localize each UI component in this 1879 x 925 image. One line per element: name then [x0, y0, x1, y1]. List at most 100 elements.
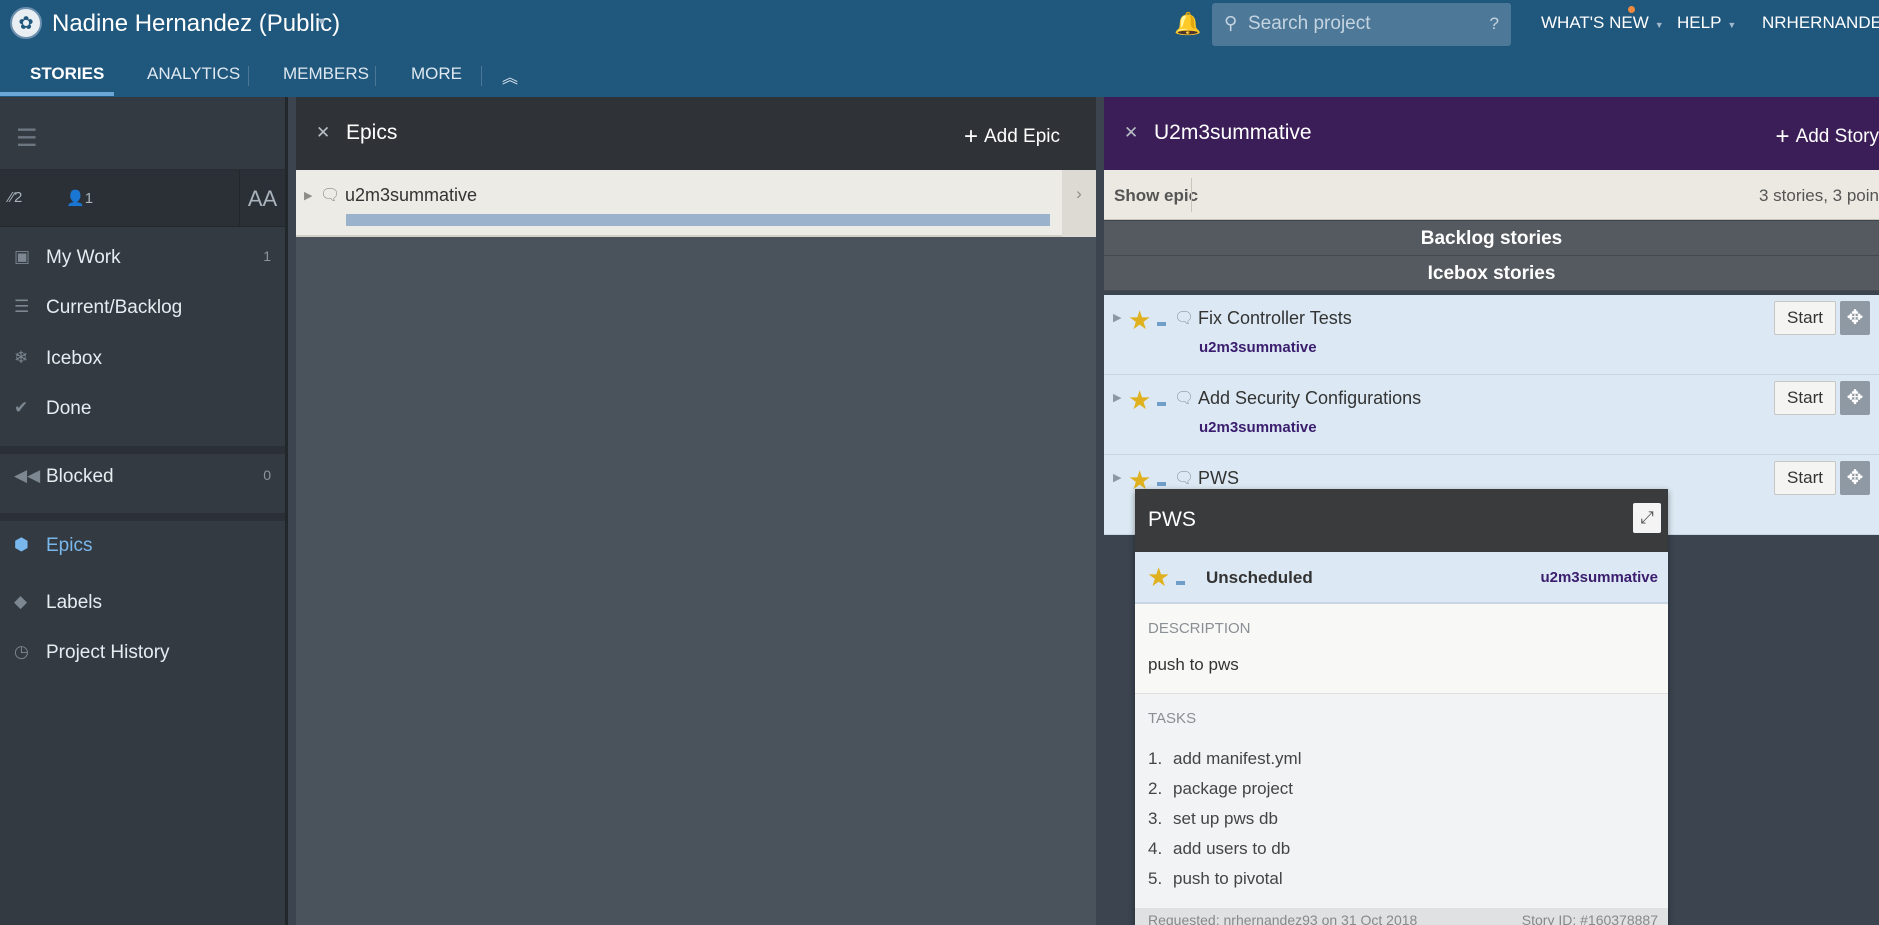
task-item: 3. set up pws db [1148, 809, 1278, 829]
clock-icon: ◷ [14, 642, 29, 661]
story-preview-popover: PWS ⤢ ★ Unscheduled u2m3summative DESCRI… [1135, 489, 1668, 925]
backlog-section-header: Backlog stories [1104, 221, 1879, 256]
sidebar-item-label: Project History [46, 642, 170, 663]
story-row[interactable]: ▶ ★ 🗨 Add Security Configurations u2m3su… [1104, 375, 1879, 455]
close-panel-icon[interactable]: ✕ [1124, 123, 1138, 143]
tracker-logo-icon[interactable]: ✿ [10, 7, 42, 39]
story-row[interactable]: ▶ ★ 🗨 Fix Controller Tests u2m3summative… [1104, 295, 1879, 375]
plus-icon: + [1775, 123, 1790, 150]
members-stat[interactable]: 👤1 [66, 189, 93, 207]
sidebar-item-count: 1 [263, 248, 271, 264]
sidebar-item-label: My Work [46, 247, 121, 268]
show-epic-button[interactable]: Show epic [1114, 186, 1198, 206]
expand-triangle-icon[interactable]: ▶ [1113, 471, 1121, 484]
new-indicator-dot [1628, 6, 1635, 13]
sidebar-item-my-work[interactable]: ▣ My Work 1 [0, 237, 285, 279]
sidebar-header: ☰ [0, 97, 285, 170]
expand-triangle-icon[interactable]: ▶ [304, 189, 312, 202]
sidebar-item-epics[interactable]: ⬢ Epics [0, 525, 285, 567]
project-title[interactable]: Nadine Hernandez (Public) [52, 10, 340, 38]
sidebar-item-label: Labels [46, 592, 102, 613]
sidebar-item-label: Epics [46, 535, 93, 556]
velocity-value: 2 [14, 189, 23, 206]
drag-handle-icon[interactable]: ✥ [1840, 381, 1870, 415]
user-menu[interactable]: NRHERNANDEZ93 [1762, 13, 1879, 33]
requested-by: Requested: nrhernandez93 on 31 Oct 2018 [1148, 912, 1418, 925]
expand-triangle-icon[interactable]: ▶ [1113, 391, 1121, 404]
tab-divider [375, 66, 376, 86]
members-value: 1 [84, 190, 94, 207]
story-epic-label[interactable]: u2m3summative [1199, 419, 1317, 436]
tab-more[interactable]: MORE [411, 64, 462, 84]
start-button[interactable]: Start [1774, 301, 1836, 335]
blocked-icon: ◀◀ [14, 466, 41, 485]
expand-icon[interactable]: ⤢ [1633, 503, 1661, 533]
person-icon: 👤 [66, 190, 85, 207]
sidebar-item-label: Blocked [46, 466, 114, 487]
story-epic-label[interactable]: u2m3summative [1540, 569, 1658, 586]
collapse-tabs-icon[interactable]: ︽ [502, 64, 518, 88]
font-size-toggle[interactable]: AA [239, 170, 285, 227]
sidebar-item-blocked[interactable]: ◀◀ Blocked 0 [0, 456, 285, 498]
task-number: 5. [1148, 869, 1163, 888]
sidebar-divider [0, 513, 285, 521]
project-dropdown-icon[interactable]: ▼ [316, 16, 327, 28]
task-item: 1. add manifest.yml [1148, 749, 1302, 769]
help-menu[interactable]: HELP ▼ [1677, 13, 1736, 33]
chevron-down-icon: ▼ [1727, 20, 1737, 30]
whats-new-menu[interactable]: WHAT'S NEW ▼ [1541, 13, 1664, 33]
tab-divider [481, 66, 482, 86]
hamburger-menu-icon[interactable]: ☰ [16, 124, 38, 153]
popover-header: PWS ⤢ [1135, 489, 1668, 552]
task-text: push to pivotal [1173, 869, 1283, 888]
stories-panel-header: ✕ U2m3summative + Add Story [1104, 97, 1879, 170]
my-work-icon: ▣ [14, 247, 31, 266]
popover-state-bar: ★ Unscheduled u2m3summative [1135, 552, 1668, 604]
tab-analytics[interactable]: ANALYTICS [147, 64, 240, 84]
toolbar-divider [1191, 178, 1192, 212]
task-number: 4. [1148, 839, 1163, 858]
epic-progress-bar [346, 214, 1050, 226]
story-title[interactable]: Fix Controller Tests [1198, 308, 1352, 329]
velocity-stat[interactable]: ⁄⁄2 [9, 189, 22, 206]
close-panel-icon[interactable]: ✕ [316, 123, 330, 143]
notifications-bell-icon[interactable]: 🔔 [1174, 11, 1201, 37]
add-story-button[interactable]: + Add Story [1776, 123, 1879, 151]
add-epic-button[interactable]: + Add Epic [964, 123, 1060, 151]
search-input[interactable] [1248, 11, 1468, 37]
story-state: Unscheduled [1206, 568, 1313, 587]
sidebar-item-project-history[interactable]: ◷ Project History [0, 632, 285, 674]
search-box[interactable]: ⚲ ? [1212, 3, 1511, 46]
popover-footer: Requested: nrhernandez93 on 31 Oct 2018 … [1135, 908, 1668, 925]
story-title[interactable]: Add Security Configurations [1198, 388, 1421, 409]
tab-stories[interactable]: STORIES [30, 64, 104, 84]
search-help-icon[interactable]: ? [1490, 14, 1499, 34]
sidebar-item-current-backlog[interactable]: ☰ Current/Backlog [0, 287, 285, 329]
add-story-label: Add Story [1795, 126, 1879, 147]
whats-new-label: WHAT'S NEW [1541, 13, 1649, 32]
task-number: 1. [1148, 749, 1163, 768]
sidebar-item-done[interactable]: ✔ Done [0, 388, 285, 430]
start-button[interactable]: Start [1774, 461, 1836, 495]
sidebar-item-label: Done [46, 398, 92, 419]
story-epic-label[interactable]: u2m3summative [1199, 339, 1317, 356]
task-item: 2. package project [1148, 779, 1293, 799]
expand-triangle-icon[interactable]: ▶ [1113, 311, 1121, 324]
task-text: package project [1173, 779, 1294, 798]
estimate-indicator[interactable] [1157, 322, 1166, 326]
tab-members[interactable]: MEMBERS [283, 64, 369, 84]
feature-star-icon: ★ [1147, 562, 1171, 592]
epic-name[interactable]: u2m3summative [345, 185, 477, 206]
estimate-indicator[interactable] [1157, 402, 1166, 406]
epic-row[interactable]: ▶ 🗨 u2m3summative › [296, 170, 1096, 237]
start-button[interactable]: Start [1774, 381, 1836, 415]
panel-title: U2m3summative [1154, 121, 1312, 144]
drag-handle-icon[interactable]: ✥ [1840, 461, 1870, 495]
chevron-right-icon[interactable]: › [1062, 170, 1096, 237]
sidebar-item-labels[interactable]: ◆ Labels [0, 582, 285, 624]
drag-handle-icon[interactable]: ✥ [1840, 301, 1870, 335]
story-title[interactable]: PWS [1198, 468, 1239, 489]
sidebar-item-icebox[interactable]: ❄ Icebox [0, 338, 285, 380]
estimate-indicator[interactable] [1157, 482, 1166, 486]
active-tab-indicator [0, 92, 114, 96]
